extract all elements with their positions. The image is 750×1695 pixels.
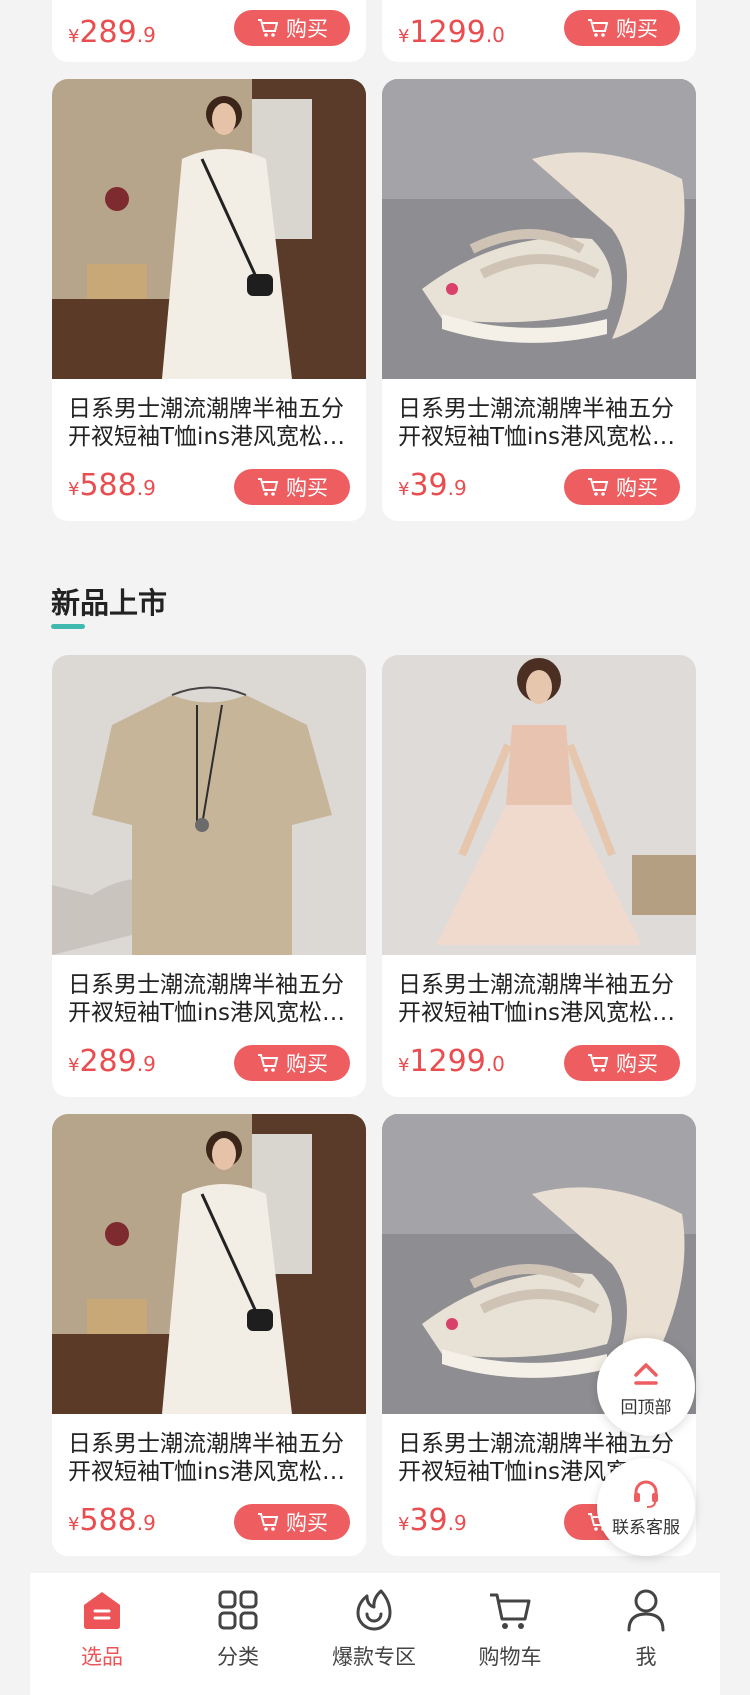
back-to-top-button[interactable]: 回顶部 bbox=[597, 1338, 695, 1436]
customer-service-button[interactable]: 联系客服 bbox=[597, 1458, 695, 1556]
cart-icon bbox=[588, 19, 609, 37]
product-title: 日系男士潮流潮牌半袖五分开衩短袖T恤ins港风宽松白色T恤 bbox=[68, 1431, 345, 1485]
product-title: 日系男士潮流潮牌半袖五分开衩短袖T恤ins港风宽松白色T恤 bbox=[398, 396, 675, 450]
cart-icon bbox=[258, 19, 279, 37]
flame-icon bbox=[356, 1589, 392, 1631]
product-title: 日系男士潮流潮牌半袖五分开衩短袖T恤ins港风宽松白色T恤 bbox=[398, 972, 675, 1026]
product-image-woman-dress bbox=[52, 79, 366, 379]
chevron-up-icon bbox=[634, 1362, 658, 1385]
buy-button[interactable]: 购买 bbox=[234, 469, 350, 505]
tab-category[interactable]: 分类 bbox=[178, 1587, 298, 1671]
buy-button[interactable]: 购买 bbox=[234, 1504, 350, 1540]
tab-cart[interactable]: 购物车 bbox=[450, 1587, 570, 1671]
user-icon bbox=[627, 1589, 665, 1632]
buy-button[interactable]: 购买 bbox=[564, 469, 680, 505]
product-image-woman-dress bbox=[52, 1114, 366, 1414]
section-title: 新品上市 bbox=[51, 586, 168, 620]
buy-button[interactable]: 购买 bbox=[564, 10, 680, 46]
product-price: ¥289.9 bbox=[68, 15, 156, 50]
bottom-tab-bar: 选品 分类 爆款专区 购物车 我 bbox=[30, 1573, 720, 1695]
product-card-cutoff[interactable]: ¥289.9 购买 bbox=[52, 0, 366, 62]
section-underline bbox=[51, 624, 85, 629]
cart-icon bbox=[258, 478, 279, 496]
cart-icon bbox=[258, 1513, 279, 1531]
cart-icon bbox=[588, 478, 609, 496]
product-card[interactable]: 日系男士潮流潮牌半袖五分开衩短袖T恤ins港风宽松白色T恤 ¥289.9 购买 bbox=[52, 655, 366, 1097]
product-card[interactable]: 日系男士潮流潮牌半袖五分开衩短袖T恤ins港风宽松白色T恤 ¥1299.0 购买 bbox=[382, 655, 696, 1097]
product-price: ¥588.9 bbox=[68, 1503, 156, 1538]
product-price: ¥588.9 bbox=[68, 468, 156, 503]
cart-icon bbox=[588, 1054, 609, 1072]
product-price: ¥39.9 bbox=[398, 1503, 467, 1538]
product-card-cutoff[interactable]: ¥1299.0 购买 bbox=[382, 0, 696, 62]
buy-button[interactable]: 购买 bbox=[564, 1045, 680, 1081]
tab-hot-deals[interactable]: 爆款专区 bbox=[314, 1587, 434, 1671]
product-card[interactable]: 日系男士潮流潮牌半袖五分开衩短袖T恤ins港风宽松白色T恤 ¥588.9 购买 bbox=[52, 1114, 366, 1556]
buy-button[interactable]: 购买 bbox=[234, 1045, 350, 1081]
tab-me[interactable]: 我 bbox=[586, 1587, 706, 1671]
product-image-tshirt bbox=[52, 655, 366, 955]
product-price: ¥1299.0 bbox=[398, 15, 505, 50]
product-image-sandals bbox=[382, 79, 696, 379]
product-card[interactable]: 日系男士潮流潮牌半袖五分开衩短袖T恤ins港风宽松白色T恤 ¥39.9 购买 bbox=[382, 79, 696, 521]
product-price: ¥39.9 bbox=[398, 468, 467, 503]
product-price: ¥1299.0 bbox=[398, 1044, 505, 1079]
cart-icon bbox=[490, 1593, 531, 1629]
buy-button[interactable]: 购买 bbox=[234, 10, 350, 46]
product-price: ¥289.9 bbox=[68, 1044, 156, 1079]
product-image-pink-dress bbox=[382, 655, 696, 955]
product-title: 日系男士潮流潮牌半袖五分开衩短袖T恤ins港风宽松白色T恤 bbox=[68, 396, 345, 450]
tab-home[interactable]: 选品 bbox=[42, 1587, 162, 1671]
home-icon bbox=[84, 1592, 120, 1629]
product-title: 日系男士潮流潮牌半袖五分开衩短袖T恤ins港风宽松白色T恤 bbox=[68, 972, 345, 1026]
grid-icon bbox=[218, 1590, 258, 1630]
cart-icon bbox=[258, 1054, 279, 1072]
product-card[interactable]: 日系男士潮流潮牌半袖五分开衩短袖T恤ins港风宽松白色T恤 ¥588.9 购买 bbox=[52, 79, 366, 521]
headset-icon bbox=[634, 1480, 658, 1508]
